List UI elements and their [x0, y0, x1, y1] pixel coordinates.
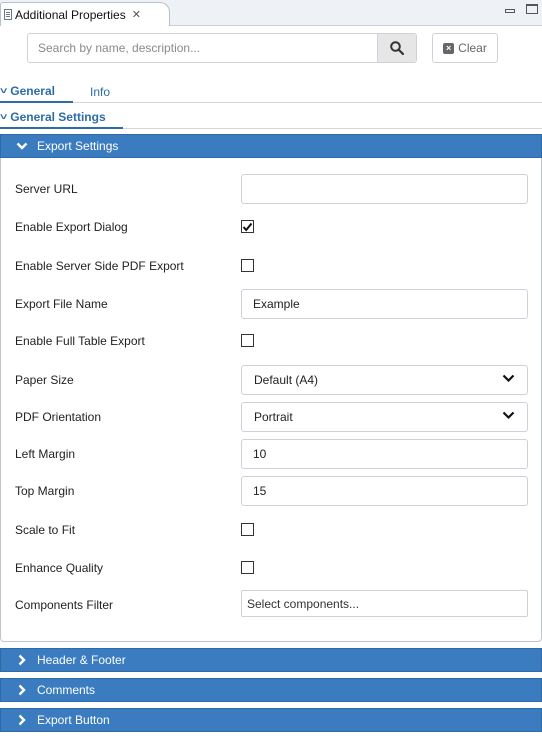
- components-filter-label: Components Filter: [15, 598, 114, 612]
- clear-button-label: Clear: [458, 41, 487, 55]
- search-icon: [390, 41, 404, 55]
- window-controls: [504, 4, 538, 14]
- export-settings-body: Server URL Enable Export Dialog Enable S…: [0, 158, 542, 642]
- row-left-margin: Left Margin 10: [1, 439, 541, 469]
- row-pdf-orientation: PDF Orientation Portrait: [1, 402, 541, 432]
- scale-to-fit-checkbox[interactable]: [241, 523, 254, 536]
- chevron-right-icon: [14, 654, 30, 666]
- paper-size-label: Paper Size: [15, 373, 74, 387]
- section-tabs: ˅ General Settings: [0, 106, 542, 129]
- row-enhance-quality: Enhance Quality: [1, 553, 541, 583]
- chevron-down-icon: [502, 374, 515, 383]
- search-input[interactable]: [28, 34, 377, 62]
- panel-comments-header[interactable]: Comments: [0, 678, 542, 702]
- enhance-quality-label: Enhance Quality: [15, 561, 104, 575]
- chevron-down-icon: [14, 142, 30, 150]
- panel-export-button-header[interactable]: Export Button: [0, 708, 542, 732]
- row-server-url: Server URL: [1, 174, 541, 204]
- property-tabs: ˅ General Info: [0, 80, 542, 103]
- chevron-down-icon: ˅: [0, 85, 8, 96]
- pdf-orientation-value: Portrait: [254, 410, 293, 424]
- close-icon[interactable]: ✕: [132, 8, 141, 21]
- minimize-icon[interactable]: [504, 4, 516, 14]
- panel-export-settings-header[interactable]: Export Settings: [0, 134, 542, 158]
- chevron-down-icon: [502, 411, 515, 420]
- tab-info-label: Info: [90, 84, 111, 99]
- left-margin-field[interactable]: 10: [241, 439, 528, 469]
- search-button[interactable]: [377, 34, 416, 62]
- enable-export-dialog-label: Enable Export Dialog: [15, 220, 128, 234]
- tab-general[interactable]: ˅ General: [0, 80, 73, 103]
- search-box: [27, 33, 417, 63]
- top-margin-label: Top Margin: [15, 484, 75, 498]
- row-scale-to-fit: Scale to Fit: [1, 515, 541, 545]
- section-general-settings-label: General Settings: [10, 109, 106, 124]
- server-side-pdf-checkbox[interactable]: [241, 259, 254, 272]
- server-side-pdf-label: Enable Server Side PDF Export: [15, 259, 184, 273]
- server-url-field[interactable]: [241, 174, 528, 204]
- row-enable-export-dialog: Enable Export Dialog: [1, 212, 541, 242]
- components-filter-field[interactable]: Select components...: [241, 590, 528, 617]
- row-components-filter: Components Filter Select components...: [1, 590, 541, 620]
- export-file-name-field[interactable]: Example: [241, 289, 528, 319]
- view-tab-bar: Additional Properties ✕: [0, 0, 542, 26]
- tab-info[interactable]: Info: [90, 80, 110, 103]
- section-general-settings[interactable]: ˅ General Settings: [0, 106, 123, 129]
- server-url-label: Server URL: [15, 182, 78, 196]
- clear-icon: ×: [443, 42, 455, 54]
- top-margin-field[interactable]: 15: [241, 476, 528, 506]
- export-file-name-label: Export File Name: [15, 297, 108, 311]
- row-server-side-pdf: Enable Server Side PDF Export: [1, 251, 541, 281]
- full-table-export-label: Enable Full Table Export: [15, 334, 145, 348]
- panel-export-settings-title: Export Settings: [37, 139, 119, 153]
- row-export-file-name: Export File Name Example: [1, 289, 541, 319]
- chevron-down-icon: ˅: [0, 111, 8, 122]
- row-full-table-export: Enable Full Table Export: [1, 326, 541, 356]
- properties-view-icon: [4, 9, 12, 20]
- row-paper-size: Paper Size Default (A4): [1, 365, 541, 395]
- enable-export-dialog-checkbox[interactable]: [241, 220, 254, 233]
- chevron-right-icon: [14, 684, 30, 696]
- view-tab-title: Additional Properties: [15, 7, 126, 22]
- panel-header-footer-title: Header & Footer: [37, 653, 126, 667]
- paper-size-select[interactable]: Default (A4): [241, 365, 528, 395]
- left-margin-label: Left Margin: [15, 447, 76, 461]
- pdf-orientation-label: PDF Orientation: [15, 410, 102, 424]
- tab-general-label: General: [10, 83, 55, 98]
- row-top-margin: Top Margin 15: [1, 476, 541, 506]
- full-table-export-checkbox[interactable]: [241, 334, 254, 347]
- enhance-quality-checkbox[interactable]: [241, 561, 254, 574]
- scale-to-fit-label: Scale to Fit: [15, 523, 76, 537]
- pdf-orientation-select[interactable]: Portrait: [241, 402, 528, 432]
- panel-comments-title: Comments: [37, 683, 96, 697]
- maximize-icon[interactable]: [526, 4, 538, 14]
- clear-button[interactable]: × Clear: [432, 33, 498, 63]
- paper-size-value: Default (A4): [254, 373, 319, 387]
- chevron-right-icon: [14, 714, 30, 726]
- checkmark-icon: [242, 222, 253, 232]
- panel-header-footer-header[interactable]: Header & Footer: [0, 648, 542, 672]
- panel-export-button-title: Export Button: [37, 713, 110, 727]
- view-tab-additional-properties[interactable]: Additional Properties ✕: [0, 2, 170, 26]
